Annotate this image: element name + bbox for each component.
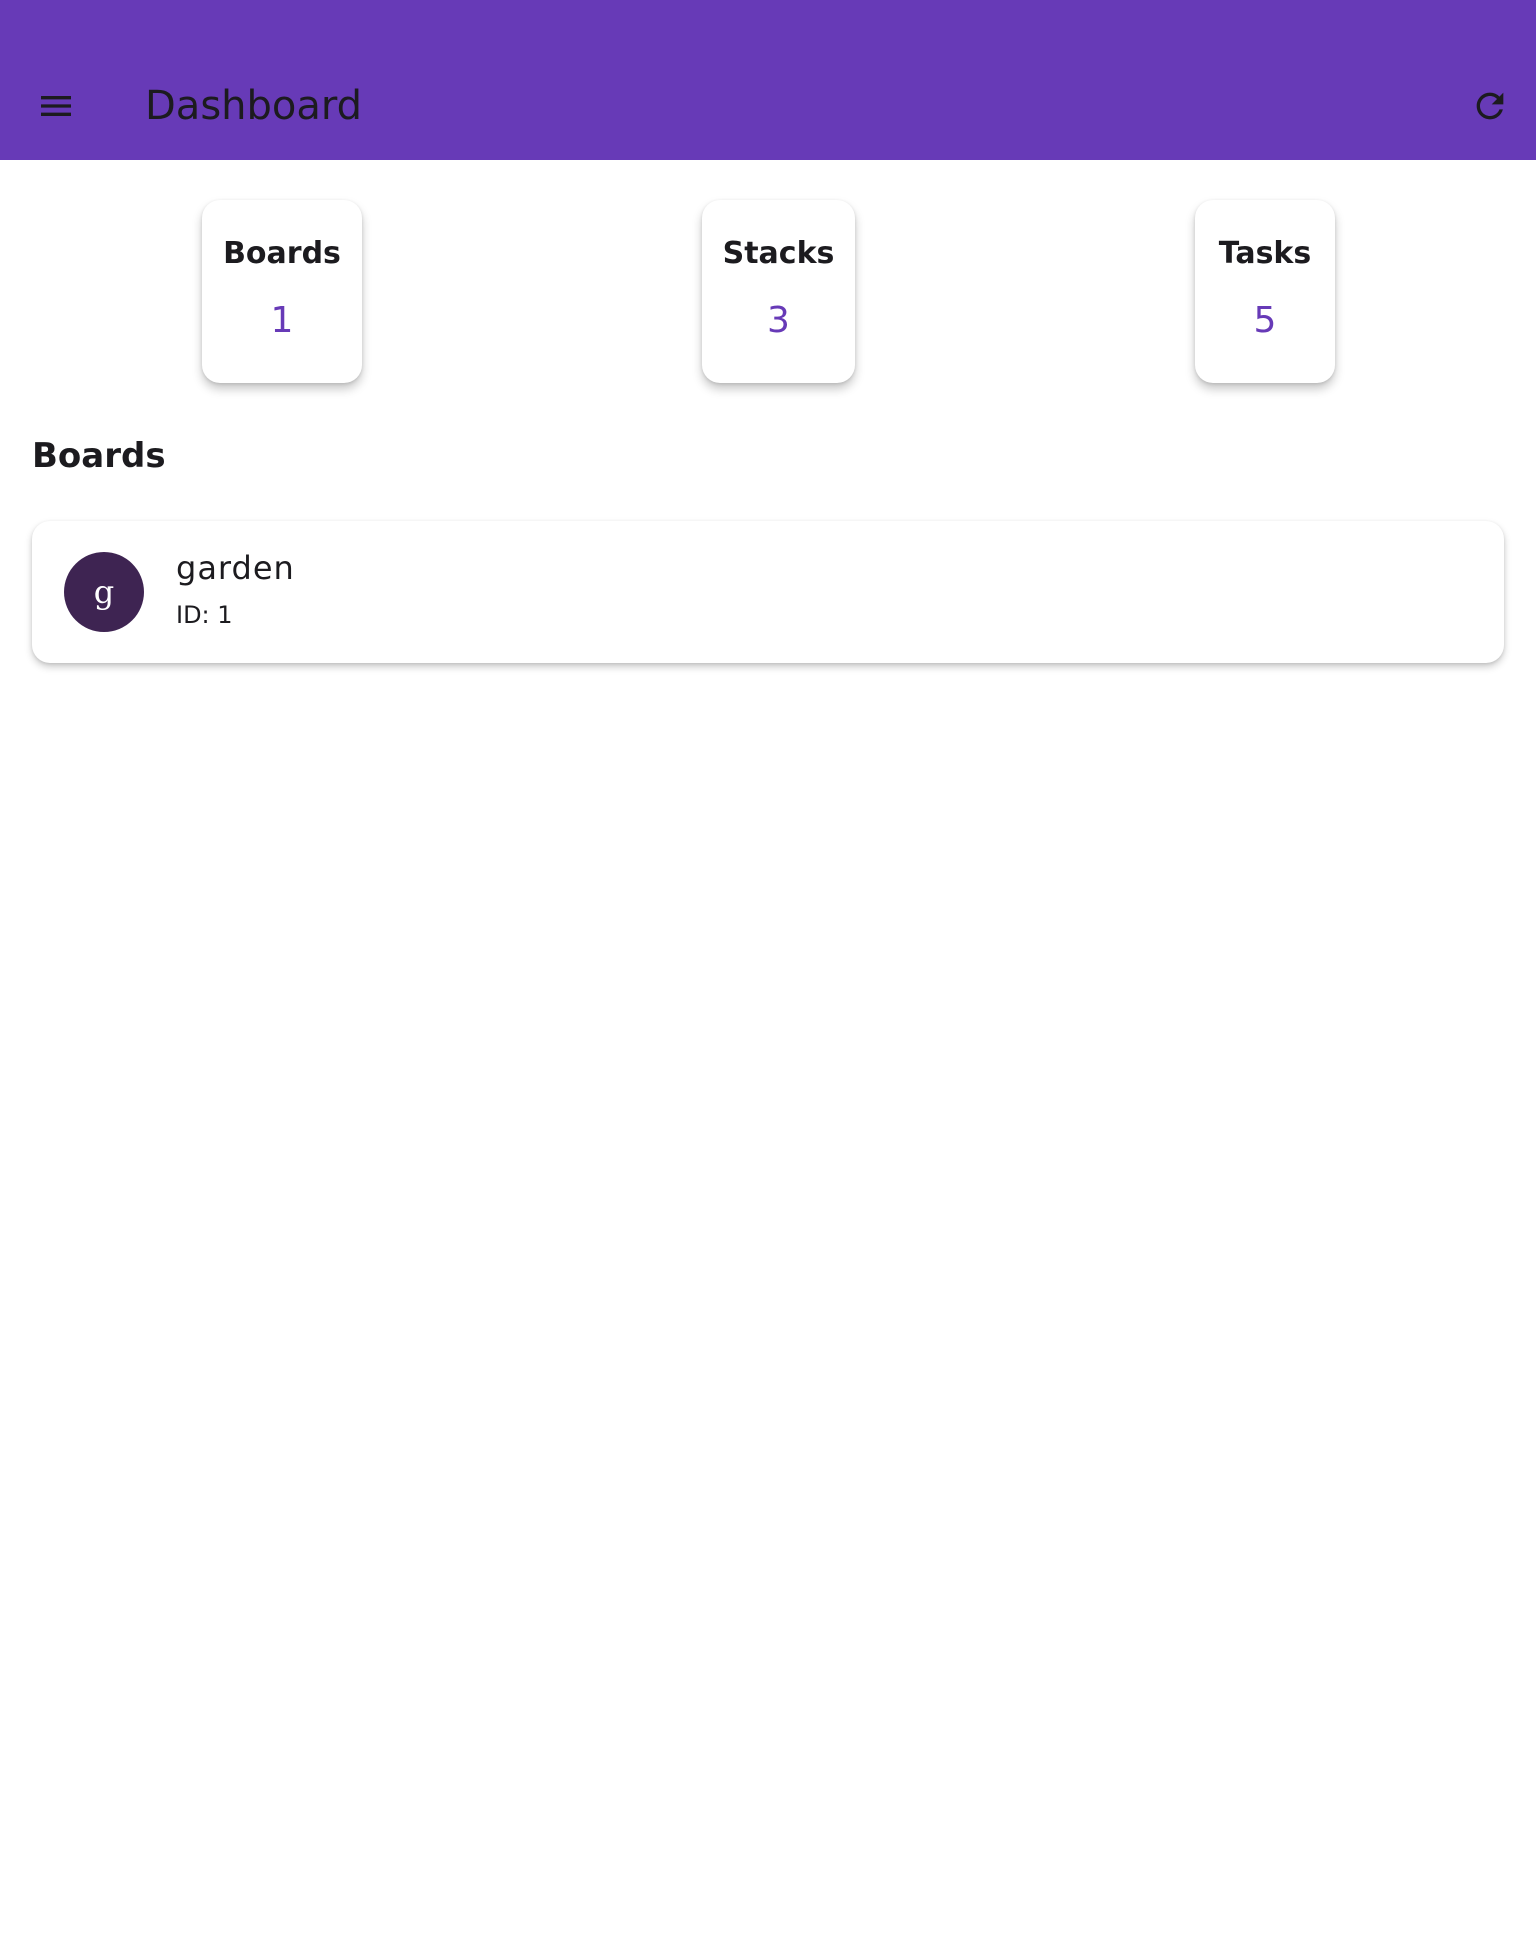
stat-value: 3 (767, 300, 790, 341)
refresh-button[interactable] (1460, 76, 1520, 136)
app-bar: Dashboard (0, 0, 1536, 160)
board-id: ID: 1 (176, 601, 233, 629)
stat-label: Tasks (1218, 236, 1312, 271)
boards-section-title: Boards (32, 436, 166, 476)
stat-value: 1 (270, 300, 294, 341)
page-title: Dashboard (145, 83, 363, 129)
menu-button[interactable] (26, 76, 86, 136)
refresh-icon (1476, 92, 1504, 120)
stat-card-stacks: Stacks 3 (702, 200, 855, 383)
menu-icon (41, 96, 71, 116)
stat-card-tasks: Tasks 5 (1195, 200, 1335, 383)
board-name: garden (176, 549, 295, 587)
stat-label: Stacks (722, 236, 835, 271)
stat-value: 5 (1253, 300, 1277, 341)
avatar: g (64, 552, 144, 632)
stat-card-boards: Boards 1 (202, 200, 362, 383)
stat-label: Boards (223, 236, 341, 271)
board-list-item[interactable]: g garden ID: 1 (32, 521, 1504, 663)
